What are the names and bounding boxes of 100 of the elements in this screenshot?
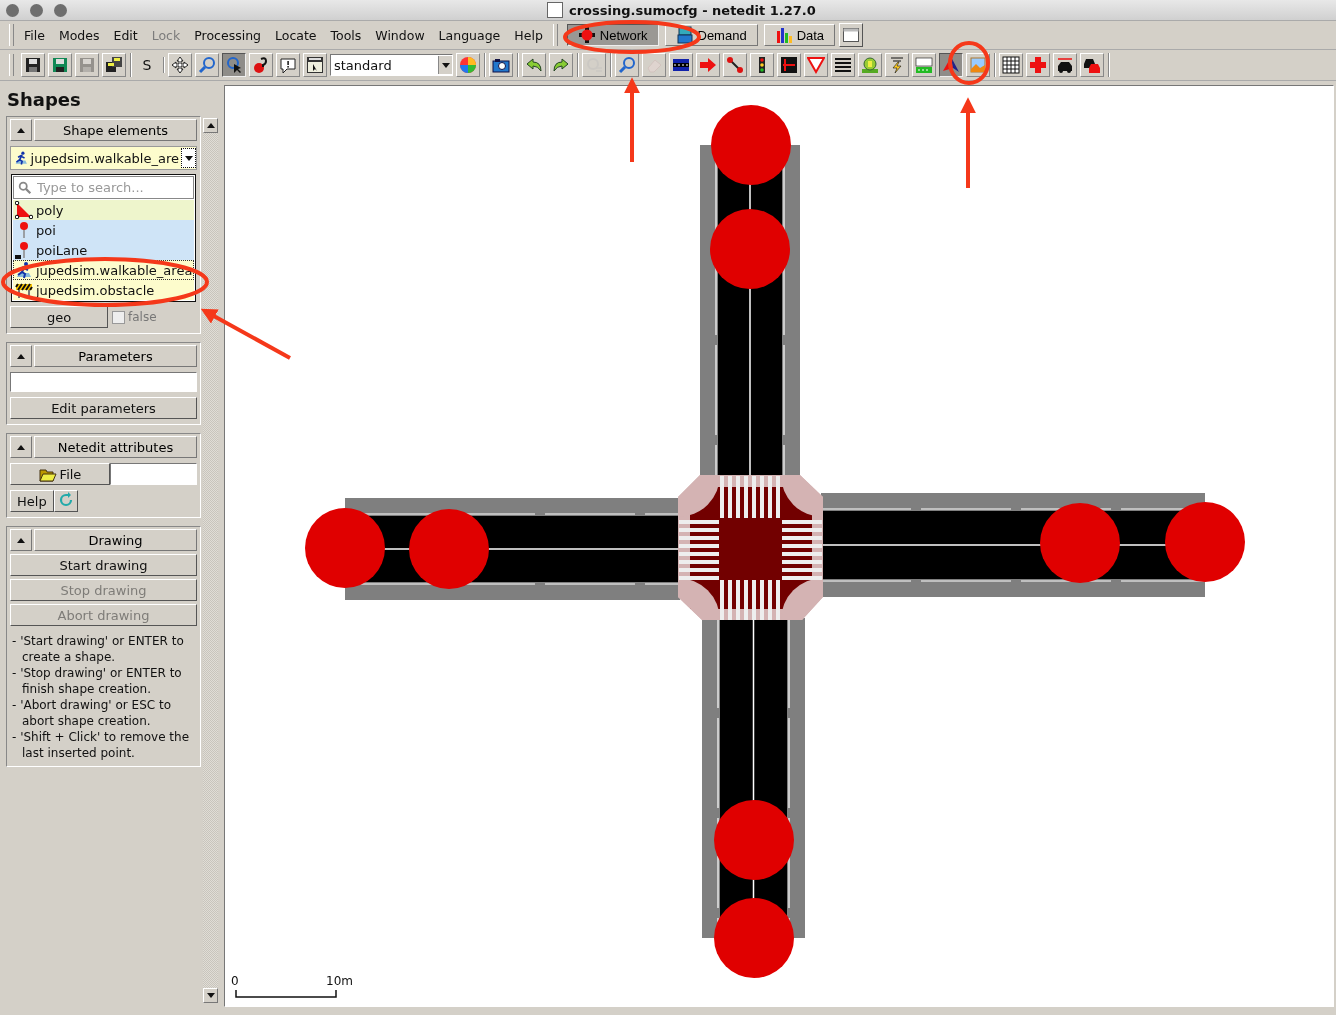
shape-type-dropdown[interactable]: jupedsim.walkable_are [10,146,197,170]
menu-item[interactable]: Help [507,25,550,45]
help-icon [252,56,270,74]
annotation-ellipse [948,41,990,85]
crossing-tool-button[interactable] [777,53,801,77]
yield-icon [807,56,825,74]
menu-item[interactable]: Tools [323,25,369,45]
dropdown-option[interactable]: poly [13,200,194,220]
car-arrows-tool-button[interactable] [1053,53,1077,77]
file-button[interactable]: File [10,463,110,485]
collapse-button[interactable] [10,119,32,141]
mode-tab[interactable]: Data [763,24,836,46]
redo-tool-button[interactable] [549,53,573,77]
menu-tool-button[interactable] [303,53,327,77]
grid-tool-button[interactable] [999,53,1023,77]
menu-item[interactable]: Modes [51,25,107,45]
zoom-tool-button[interactable] [615,53,639,77]
arrow-icon [699,56,717,74]
lanes-tool-button[interactable] [669,53,693,77]
demand-icon [675,26,694,44]
geo-button[interactable]: geo [10,306,108,328]
search-icon [17,179,33,196]
menu-item[interactable]: Language [431,25,508,45]
move-icon [171,56,189,74]
locate-icon [225,56,243,74]
zoom-icon [198,56,216,74]
menu-item[interactable]: Edit [106,25,145,45]
save-tool-button[interactable] [21,53,45,77]
junction-icon [1029,56,1047,74]
reset-button[interactable] [53,490,78,512]
window-control[interactable] [54,3,67,17]
save-as-tool-button[interactable] [48,53,72,77]
panel-title: Shapes [6,88,82,112]
cars-icon [1083,56,1101,74]
app-icon [547,2,563,18]
poly-icon [15,201,33,219]
zoom-tool-button[interactable] [195,53,219,77]
lanes-icon [672,56,690,74]
window-control[interactable] [30,3,43,17]
search-field[interactable]: Type to search... [13,176,194,199]
network-canvas[interactable]: 0 10m [224,85,1334,1007]
help-text: - 'Abort drawing' or ESC to abort shape creation. [12,697,172,729]
stripes-tool-button[interactable] [831,53,855,77]
save-icon [24,56,42,74]
window-icon [843,28,860,42]
parameters-field[interactable] [10,372,197,392]
drawing-button[interactable]: Start drawing [10,554,197,576]
locate-tool-button[interactable] [222,53,246,77]
stop-icon [861,56,879,74]
dropdown-option[interactable]: poiLane [13,240,194,260]
walker-icon [14,149,29,167]
section-header[interactable]: Shape elements [34,119,197,141]
window-control[interactable] [6,3,19,17]
scrollbar[interactable] [203,118,218,1003]
data-icon [774,26,793,44]
help-tool-button[interactable] [249,53,273,77]
yield-tool-button[interactable] [804,53,828,77]
section-header[interactable]: Drawing [34,529,197,551]
camera-tool-button[interactable] [489,53,513,77]
help-text: - 'Start drawing' or ENTER to create a shape. [12,633,185,665]
cars-tool-button[interactable] [1080,53,1104,77]
menu-item[interactable]: Processing [187,25,268,45]
car-arrows-icon [1056,56,1074,74]
zoom-icon [618,56,636,74]
collapse-button[interactable] [10,345,32,367]
collapse-button[interactable] [10,436,32,458]
crossing-icon [780,56,798,74]
menu-item[interactable]: Locate [268,25,324,45]
toolbar-label[interactable]: S [135,57,159,73]
undo-tool-button[interactable] [522,53,546,77]
connection-tool-button[interactable] [723,53,747,77]
dropdown-option[interactable]: jupedsim.obstacle [13,280,194,300]
collapse-button[interactable] [10,529,32,551]
undo-icon [525,56,543,74]
edit-parameters-button[interactable]: Edit parameters [10,397,197,419]
lightning-icon [888,56,906,74]
walkable-icon [15,261,33,279]
grid-icon [1002,56,1020,74]
obstacle-icon [15,281,33,299]
scheme-dropdown[interactable]: standard [330,54,453,76]
menu-icon [306,56,324,74]
window-toggle-button[interactable] [839,23,864,47]
save-multiple-tool-button[interactable] [102,53,126,77]
dropdown-option[interactable]: poi [13,220,194,240]
file-field[interactable] [110,463,197,485]
lightning-tool-button[interactable] [885,53,909,77]
section-header[interactable]: Netedit attributes [34,436,197,458]
redo-icon [552,56,570,74]
section-header[interactable]: Parameters [34,345,197,367]
color-wheel-tool-button[interactable] [456,53,480,77]
comment-tool-button[interactable] [276,53,300,77]
stripes-icon [834,56,852,74]
menu-item[interactable]: File [17,25,52,45]
help-button[interactable]: Help [10,490,54,512]
traffic-light-tool-button[interactable] [750,53,774,77]
menu-item[interactable]: Window [368,25,432,45]
arrow-tool-button[interactable] [696,53,720,77]
junction-tool-button[interactable] [1026,53,1050,77]
stop-tool-button[interactable] [858,53,882,77]
move-tool-button[interactable] [168,53,192,77]
